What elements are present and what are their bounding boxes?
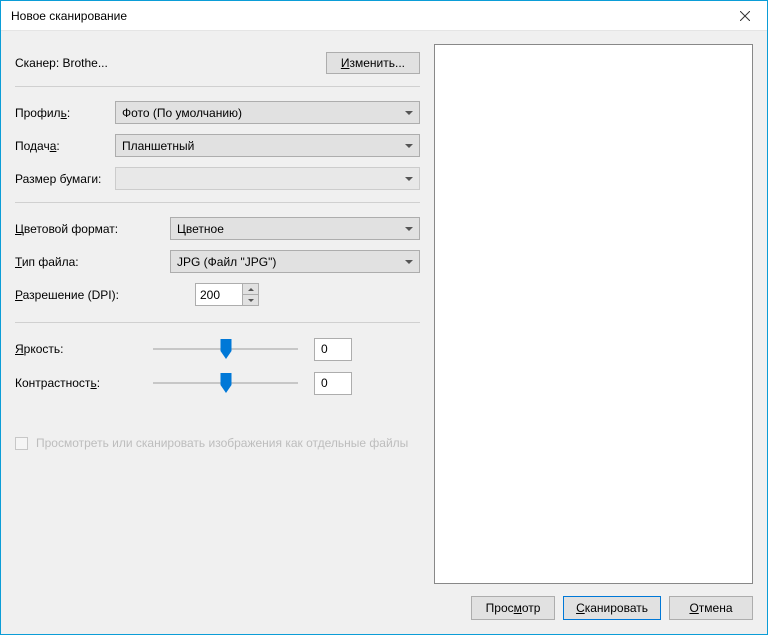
dialog-body: Сканер: Brothe... Изменить... Профиль: Ф… xyxy=(1,31,767,584)
paper-size-select xyxy=(115,167,420,190)
settings-panel: Сканер: Brothe... Изменить... Профиль: Ф… xyxy=(15,44,420,584)
slider-thumb xyxy=(220,373,231,393)
scan-button[interactable]: Сканировать xyxy=(563,596,661,620)
paper-size-row: Размер бумаги: xyxy=(15,167,420,190)
brightness-value[interactable]: 0 xyxy=(314,338,352,361)
scanner-label: Сканер: Brothe... xyxy=(15,56,326,70)
preview-area[interactable] xyxy=(434,44,753,584)
brightness-row: Яркость: 0 xyxy=(15,337,420,361)
resolution-row: Разрешение (DPI): 200 xyxy=(15,283,420,306)
source-select[interactable]: Планшетный xyxy=(115,134,420,157)
window-title: Новое сканирование xyxy=(11,9,723,23)
source-label: Подача: xyxy=(15,139,115,153)
color-format-select[interactable]: Цветное xyxy=(170,217,420,240)
resolution-input[interactable]: 200 xyxy=(195,283,243,306)
profile-select[interactable]: Фото (По умолчанию) xyxy=(115,101,420,124)
resolution-up-button[interactable] xyxy=(243,284,258,295)
profile-row: Профиль: Фото (По умолчанию) xyxy=(15,101,420,124)
file-type-label: Тип файла: xyxy=(15,255,170,269)
paper-size-label: Размер бумаги: xyxy=(15,172,115,186)
contrast-row: Контрастность: 0 xyxy=(15,371,420,395)
source-row: Подача: Планшетный xyxy=(15,134,420,157)
change-scanner-button[interactable]: Изменить... xyxy=(326,52,420,74)
color-format-label: Цветовой формат: xyxy=(15,222,170,236)
resolution-label: Разрешение (DPI): xyxy=(15,288,195,302)
dialog-footer: Просмотр Сканировать Отмена xyxy=(1,584,767,634)
contrast-value[interactable]: 0 xyxy=(314,372,352,395)
file-type-row: Тип файла: JPG (Файл "JPG") xyxy=(15,250,420,273)
chevron-down-icon xyxy=(248,299,254,302)
separate-files-checkbox xyxy=(15,437,28,450)
divider xyxy=(15,322,420,323)
close-button[interactable] xyxy=(723,1,767,31)
resolution-down-button[interactable] xyxy=(243,295,258,305)
resolution-spinner xyxy=(243,283,259,306)
scanner-row: Сканер: Brothe... Изменить... xyxy=(15,52,420,74)
titlebar: Новое сканирование xyxy=(1,1,767,31)
contrast-slider[interactable] xyxy=(153,371,298,395)
profile-label: Профиль: xyxy=(15,106,115,120)
chevron-up-icon xyxy=(248,288,254,291)
separate-files-label: Просмотреть или сканировать изображения … xyxy=(36,435,408,451)
brightness-slider[interactable] xyxy=(153,337,298,361)
color-format-row: Цветовой формат: Цветное xyxy=(15,217,420,240)
separate-files-row: Просмотреть или сканировать изображения … xyxy=(15,435,420,451)
cancel-button[interactable]: Отмена xyxy=(669,596,753,620)
brightness-label: Яркость: xyxy=(15,342,153,356)
file-type-select[interactable]: JPG (Файл "JPG") xyxy=(170,250,420,273)
contrast-label: Контрастность: xyxy=(15,376,153,390)
preview-panel xyxy=(434,44,753,584)
preview-button[interactable]: Просмотр xyxy=(471,596,555,620)
slider-thumb xyxy=(220,339,231,359)
divider xyxy=(15,202,420,203)
close-icon xyxy=(740,11,750,21)
scan-dialog: Новое сканирование Сканер: Brothe... Изм… xyxy=(0,0,768,635)
divider xyxy=(15,86,420,87)
